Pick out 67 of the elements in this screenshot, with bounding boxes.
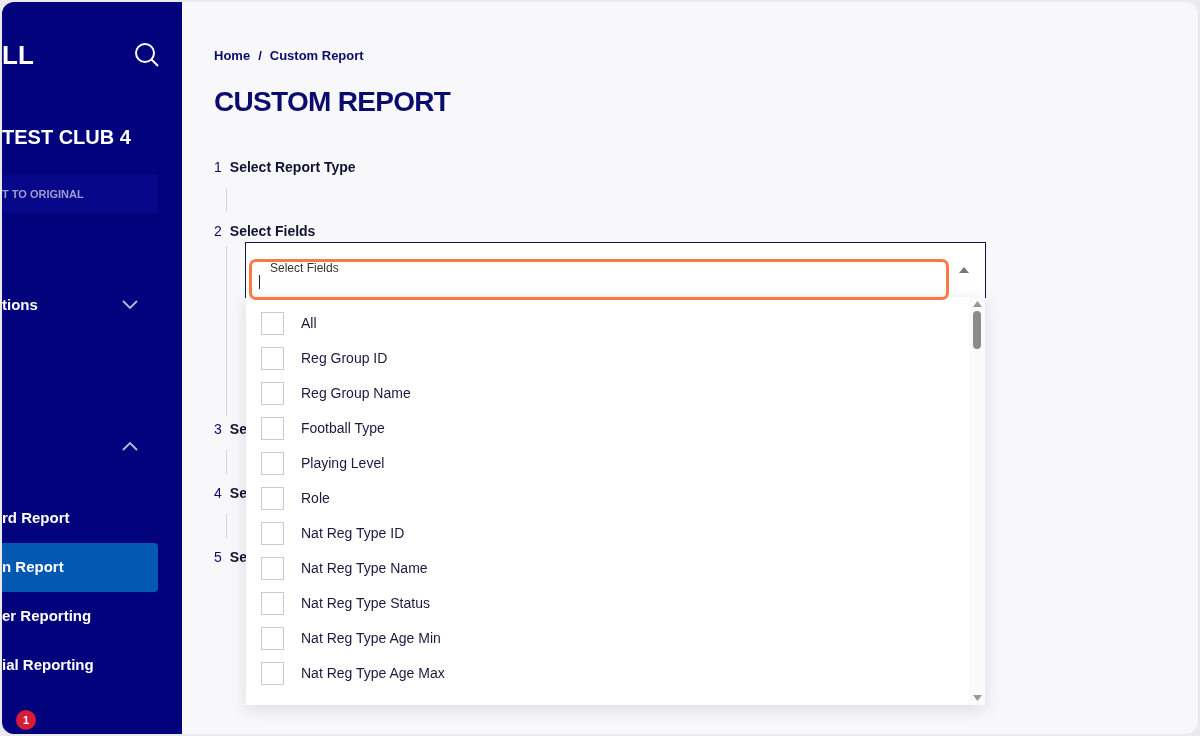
nav-item[interactable]: ial Reporting xyxy=(2,641,158,690)
scroll-down-icon[interactable] xyxy=(972,694,982,701)
option-row[interactable]: Nat Reg Type Name xyxy=(246,550,969,586)
checkbox[interactable] xyxy=(261,626,284,650)
revert-button[interactable]: T TO ORIGINAL xyxy=(2,175,158,213)
option-label: Nat Reg Type Age Max xyxy=(301,663,445,683)
checkbox[interactable] xyxy=(261,346,284,370)
option-label: Reg Group Name xyxy=(301,383,411,403)
option-row[interactable]: Nat Reg Type Status xyxy=(246,585,969,621)
checkbox[interactable] xyxy=(261,521,284,545)
option-row[interactable]: Reg Group Name xyxy=(246,375,969,411)
option-row[interactable]: Role xyxy=(246,480,969,516)
option-row[interactable]: All xyxy=(246,305,969,341)
option-label: Nat Reg Type ID xyxy=(301,523,405,543)
checkbox[interactable] xyxy=(261,661,284,685)
option-label: Reg Group ID xyxy=(301,348,388,368)
option-label: Playing Level xyxy=(301,453,385,473)
nav-item[interactable]: n Report xyxy=(2,543,158,592)
checkbox[interactable] xyxy=(261,591,284,615)
option-label: Football Type xyxy=(301,418,385,438)
step-label: Select Report Type xyxy=(229,158,356,177)
option-label: Nat Reg Type Status xyxy=(301,593,430,613)
option-row[interactable]: Nat Reg Type Age Max xyxy=(246,655,969,691)
chevron-icon[interactable] xyxy=(122,441,138,451)
checkbox[interactable] xyxy=(261,416,284,440)
step-label: Se xyxy=(229,548,247,567)
step-label: Select Fields xyxy=(229,222,316,241)
search-icon[interactable] xyxy=(134,42,160,68)
notification-badge: 1 xyxy=(16,710,36,730)
chevron-icon[interactable] xyxy=(122,300,138,310)
nav-item[interactable]: er Reporting xyxy=(2,592,158,641)
option-label: Role xyxy=(301,488,330,508)
select-field[interactable]: Select Fields xyxy=(245,241,986,298)
logo: LL xyxy=(2,42,34,68)
breadcrumb-link[interactable]: Custom Report xyxy=(269,46,364,66)
option-row[interactable]: Football Type xyxy=(246,410,969,446)
step-number: 5 xyxy=(214,548,222,567)
page-title: CUSTOM REPORT xyxy=(214,87,452,116)
step-number: 2 xyxy=(214,222,222,241)
scrollbar[interactable] xyxy=(969,296,985,705)
step-number: 3 xyxy=(214,420,222,439)
step-number: 4 xyxy=(214,484,222,503)
checkbox[interactable] xyxy=(261,381,284,405)
checkbox[interactable] xyxy=(261,486,284,510)
option-label: All xyxy=(301,313,317,333)
caret-icon[interactable] xyxy=(959,266,969,273)
field-label: Select Fields xyxy=(270,259,339,277)
text-cursor xyxy=(259,274,260,289)
checkbox[interactable] xyxy=(261,556,284,580)
breadcrumb-link[interactable]: Home xyxy=(214,46,251,66)
scroll-up-icon[interactable] xyxy=(972,300,982,307)
step-label: Se xyxy=(229,484,247,503)
option-row[interactable]: Reg Group ID xyxy=(246,340,969,376)
nav-section[interactable]: tions xyxy=(2,293,38,317)
club-name: TEST CLUB 4 xyxy=(2,127,132,147)
scroll-thumb[interactable] xyxy=(973,310,981,349)
checkbox[interactable] xyxy=(261,451,284,475)
option-row[interactable]: Nat Reg Type ID xyxy=(246,515,969,551)
breadcrumb-separator: / xyxy=(258,47,262,65)
option-row[interactable]: Nat Reg Type Age Min xyxy=(246,620,969,656)
nav-item[interactable]: rd Report xyxy=(2,494,158,543)
step-number: 1 xyxy=(214,158,222,177)
checkbox[interactable] xyxy=(261,311,284,335)
step-label: Se xyxy=(229,420,247,439)
option-label: Nat Reg Type Name xyxy=(301,558,428,578)
option-row[interactable]: Playing Level xyxy=(246,445,969,481)
option-label: Nat Reg Type Age Min xyxy=(301,628,441,648)
